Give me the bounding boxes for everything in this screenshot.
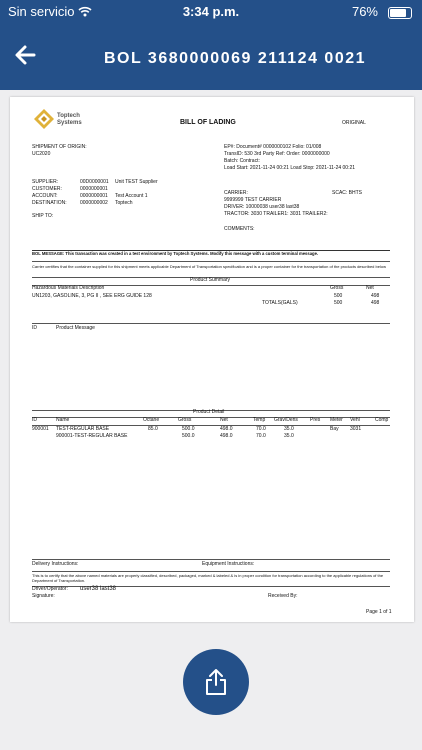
equipment-instructions: Equipment Instructions: [202,561,255,567]
col-octane: Octane [143,417,160,423]
dot-certification: This is to certify that the above named … [32,573,384,583]
driver-line: DRIVER: 10000038 user38 last38 [224,204,300,210]
col-name: Name [56,417,70,423]
cell-gross: 500.0 [182,433,195,439]
gross-header: Gross [330,285,344,291]
supplier-code: 00D0000001 [80,179,109,185]
hazmat-header: Hazardous Materials Description [32,285,105,291]
toptech-logo: Toptech Systems [32,107,92,131]
cell-grav-dens: 35.0 [284,433,294,439]
divider [32,323,390,324]
cell-temp: 70.0 [256,433,266,439]
driver-operator-label: Driver/Operator: [32,586,68,592]
hazmat-net: 498 [371,293,380,299]
supplier-name: Unit TEST Supplier [115,179,158,185]
delivery-instructions: Delivery Instructions: [32,561,79,567]
product-detail-title: Product Detail [193,409,225,415]
nav-header: Sin servicio 3:34 p.m. 76% BOL 368000006… [0,0,422,90]
carrier-certification: Carrier certifies that the container sup… [32,264,386,269]
cell-octane: 85.0 [148,426,158,432]
ep-line: EP#: Document# 0000000102 Folio: 01/008 [224,144,322,150]
col-temp: Temp [253,417,266,423]
batch-line: Batch: Contract: [224,158,260,164]
product-message-header: Product Message [56,325,95,331]
cell-grav-dens: 35.0 [284,426,294,432]
tractor-line: TRACTOR: 3030 TRAILER1: 3031 TRAILER2: [224,211,328,217]
battery-icon [388,7,412,19]
id-header: ID [32,325,37,331]
share-icon [206,669,226,695]
cell-name: TEST-REGULAR BASE [56,426,110,432]
col-id: ID [32,417,37,423]
origin-label: SHIPMENT OF ORIGIN: [32,144,87,150]
destination-code: 0000000002 [80,200,108,206]
comments-label: COMMENTS: [224,226,255,232]
product-summary-title: Product Summary [190,277,231,283]
scac-label: SCAC: BHTS [332,190,363,196]
cell-name: 900001-TEST-REGULAR BASE [56,433,128,439]
carrier-value: 9999999 TEST CARRIER [224,197,282,203]
bill-of-lading-document[interactable]: Toptech Systems BILL OF LADING ORIGINAL S… [10,97,414,622]
destination-label: DESTINATION: [32,200,67,206]
divider [32,261,390,262]
col-vehl: Vehl [350,417,360,423]
totals-gross: 500 [334,300,343,306]
totals-label: TOTALS(GALS) [262,300,298,306]
status-bar: Sin servicio 3:34 p.m. 76% [0,4,422,20]
trans-line: TransID: 530 3rd Party Ref: Order: 00000… [224,151,330,157]
cell-id: 900001 [32,426,49,432]
svg-text:Systems: Systems [57,120,82,126]
signature-label: Signature: [32,593,55,599]
bol-message: BOL MESSAGE: This transaction was create… [32,251,319,256]
col-grav-dens: Grav/Dens [274,417,298,423]
totals-net: 498 [371,300,380,306]
svg-text:Toptech: Toptech [57,113,80,119]
origin-value: UC2020 [32,151,51,157]
customer-label: CUSTOMER: [32,186,62,192]
hazmat-line: UN1203, GASOLINE, 3, PG II , SEE ERG GUI… [32,293,152,299]
customer-code: 0000000001 [80,186,108,192]
divider [32,559,390,560]
arrow-left-icon[interactable] [14,44,36,66]
net-header: Net [366,285,374,291]
ship-to-label: SHIP TO: [32,213,54,219]
supplier-label: SUPPLIER: [32,179,59,185]
cell-meter: Bay [330,426,339,432]
col-pres: Pres [310,417,321,423]
account-label: ACCOUNT: [32,193,58,199]
carrier-label: CARRIER: [224,190,248,196]
doc-heading: BILL OF LADING [180,119,236,126]
col-gross: Gross [178,417,192,423]
cell-net: 498.0 [220,426,233,432]
load-line: Load Start: 2021-11-24 00:21 Load Stop: … [224,165,356,171]
page-number: Page 1 of 1 [366,609,392,615]
account-code: 0000000001 [80,193,108,199]
cell-temp: 70.0 [256,426,266,432]
hazmat-gross: 500 [334,293,343,299]
driver-signature: user38 last38 [80,586,117,592]
account-name: Test Account 1 [115,193,148,199]
destination-name: Toptech [115,200,133,206]
received-by-label: Received By: [268,593,298,599]
col-comp: Comp [375,417,389,423]
col-meter: Meter [330,417,343,423]
battery-percent: 76% [351,4,378,19]
col-net: Net [220,417,228,423]
cell-gross: 500.0 [182,426,195,432]
cell-vehl: 3031 [350,426,362,432]
share-button[interactable] [183,649,249,715]
divider [32,571,390,572]
cell-net: 498.0 [220,433,233,439]
page-title: BOL 3680000069 211124 0021 [103,50,367,67]
original-label: ORIGINAL [342,120,366,126]
